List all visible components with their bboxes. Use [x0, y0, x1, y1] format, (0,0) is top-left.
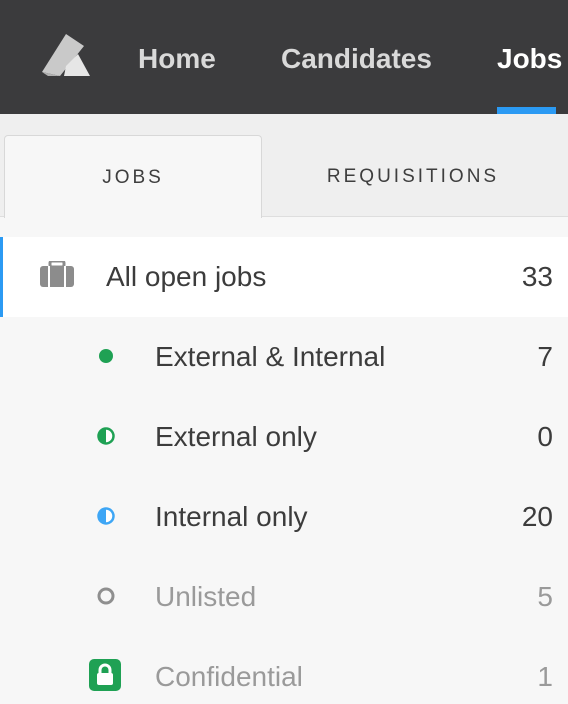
list-item-label: External & Internal — [155, 341, 386, 372]
list-item-count: 1 — [537, 661, 553, 692]
list-item-count: 0 — [537, 421, 553, 452]
list-item-label: All open jobs — [106, 261, 267, 292]
tab-jobs[interactable]: JOBS — [4, 135, 262, 218]
list-item-count: 33 — [521, 261, 553, 292]
nav-jobs[interactable]: Jobs — [497, 38, 562, 80]
lever-logo-icon[interactable] — [40, 32, 92, 78]
list-item-label: External only — [155, 421, 317, 452]
jobs-tabs: JOBS REQUISITIONS — [0, 114, 568, 218]
lock-icon — [89, 659, 121, 691]
list-item-count: 7 — [537, 341, 553, 372]
list-item-external-internal[interactable]: External & Internal 7 — [0, 317, 568, 397]
job-filter-list: All open jobs 33 External & Internal 7 E… — [0, 217, 568, 704]
list-item-label: Internal only — [155, 501, 308, 532]
tab-requisitions[interactable]: REQUISITIONS — [262, 135, 564, 217]
top-navigation-bar: Home Candidates Jobs — [0, 0, 568, 114]
nav-home[interactable]: Home — [138, 38, 216, 80]
list-item-count: 5 — [537, 581, 553, 612]
list-item-confidential[interactable]: Confidential 1 — [0, 637, 568, 704]
empty-circle-icon — [97, 587, 115, 605]
list-item-unlisted[interactable]: Unlisted 5 — [0, 557, 568, 637]
list-item-count: 20 — [521, 501, 553, 532]
nav-candidates[interactable]: Candidates — [281, 38, 432, 80]
filled-circle-icon — [99, 349, 113, 363]
list-item-external-only[interactable]: External only 0 — [0, 397, 568, 477]
list-item-internal-only[interactable]: Internal only 20 — [0, 477, 568, 557]
half-filled-circle-icon — [97, 507, 115, 525]
active-nav-indicator — [497, 107, 556, 114]
briefcase-icon — [40, 261, 74, 287]
half-filled-circle-icon — [97, 427, 115, 445]
list-item-label: Unlisted — [155, 581, 257, 612]
list-item-all-open-jobs[interactable]: All open jobs 33 — [0, 237, 568, 317]
list-item-label: Confidential — [155, 661, 303, 692]
